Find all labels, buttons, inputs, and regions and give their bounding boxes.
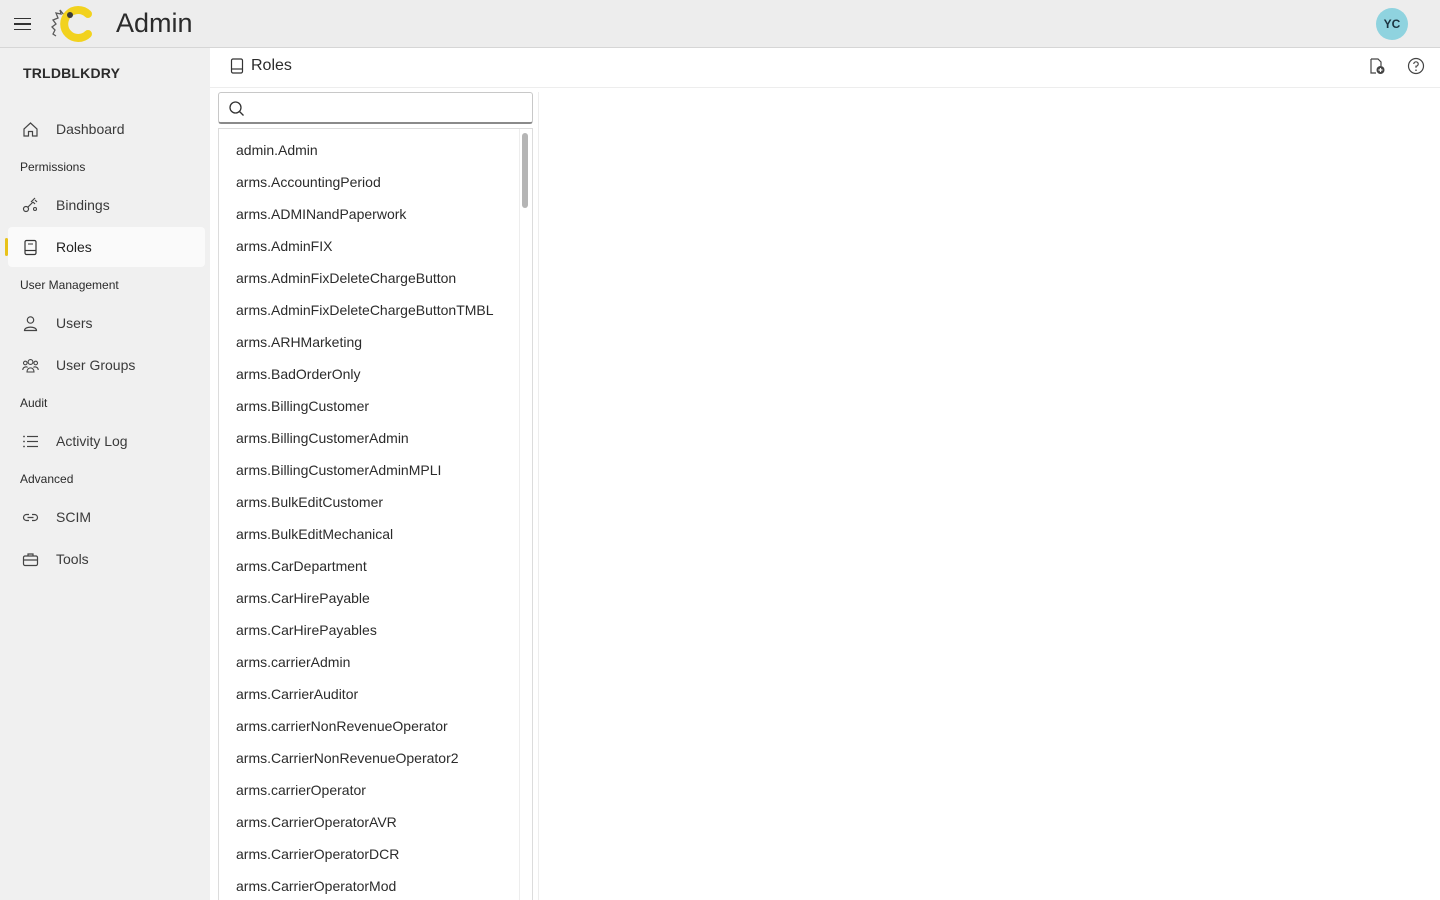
list-icon: [23, 435, 38, 448]
list-item[interactable]: arms.BulkEditMechanical: [219, 518, 519, 550]
sidebar-item-bindings[interactable]: Bindings: [8, 185, 205, 225]
sidebar-item-label: Users: [56, 315, 93, 331]
list-item[interactable]: arms.carrierAdmin: [219, 646, 519, 678]
list-item[interactable]: arms.BadOrderOnly: [219, 358, 519, 390]
sidebar-item-label: Dashboard: [56, 121, 125, 137]
list-item[interactable]: arms.AdminFIX: [219, 230, 519, 262]
search-input[interactable]: [251, 96, 526, 120]
sidebar-item-tools[interactable]: Tools: [8, 539, 205, 579]
sidebar-item-users[interactable]: Users: [8, 303, 205, 343]
list-item[interactable]: arms.ADMINandPaperwork: [219, 198, 519, 230]
list-item[interactable]: arms.CarHirePayable: [219, 582, 519, 614]
hamburger-menu-icon[interactable]: [14, 14, 34, 34]
list-item[interactable]: arms.CarrierAuditor: [219, 678, 519, 710]
list-item[interactable]: admin.Admin: [219, 134, 519, 166]
scrollbar-track[interactable]: [519, 129, 532, 900]
sidebar-item-dashboard[interactable]: Dashboard: [8, 109, 205, 149]
list-item[interactable]: arms.BillingCustomer: [219, 390, 519, 422]
user-groups-icon: [22, 359, 39, 373]
top-bar: Admin YC: [0, 0, 1440, 48]
sidebar-item-activity-log[interactable]: Activity Log: [8, 421, 205, 461]
list-item[interactable]: arms.CarHirePayables: [219, 614, 519, 646]
sidebar-item-roles[interactable]: Roles: [8, 227, 205, 267]
toolbox-icon: [22, 553, 39, 567]
roles-icon: [24, 239, 37, 256]
search-box: [218, 92, 533, 124]
user-avatar[interactable]: YC: [1376, 8, 1408, 40]
section-permissions: Permissions: [20, 160, 86, 174]
list-item[interactable]: arms.AdminFixDeleteChargeButtonTMBL: [219, 294, 519, 326]
scrollbar-thumb[interactable]: [522, 133, 528, 208]
list-item[interactable]: arms.CarrierOperatorAVR: [219, 806, 519, 838]
section-advanced: Advanced: [20, 472, 74, 486]
list-item[interactable]: arms.carrierOperator: [219, 774, 519, 806]
sidebar: TRLDBLKDRY Dashboard Permissions Binding…: [0, 48, 210, 900]
app-title: Admin: [116, 8, 193, 38]
list-item[interactable]: arms.ARHMarketing: [219, 326, 519, 358]
list-item[interactable]: arms.CarrierNonRevenueOperator2: [219, 742, 519, 774]
section-user-management: User Management: [20, 278, 119, 292]
search-icon: [229, 101, 244, 116]
list-item[interactable]: arms.BillingCustomerAdminMPLI: [219, 454, 519, 486]
list-item[interactable]: arms.CarrierOperatorMod: [219, 870, 519, 900]
add-role-icon[interactable]: [1368, 57, 1386, 75]
bindings-icon: [22, 197, 38, 213]
org-name: TRLDBLKDRY: [23, 65, 121, 81]
list-item[interactable]: arms.BulkEditCustomer: [219, 486, 519, 518]
sidebar-item-label: User Groups: [56, 357, 136, 373]
help-icon[interactable]: [1407, 57, 1425, 75]
list-item[interactable]: arms.AdminFixDeleteChargeButton: [219, 262, 519, 294]
sidebar-item-label: Tools: [56, 551, 89, 567]
roles-icon: [230, 58, 244, 74]
section-audit: Audit: [20, 396, 48, 410]
page-header: Roles: [210, 48, 1440, 88]
roles-list[interactable]: arms.CarrierOperatorMod arms.CarrierOpera…: [218, 128, 533, 900]
sidebar-item-user-groups[interactable]: User Groups: [8, 345, 205, 385]
sidebar-item-label: Bindings: [56, 197, 110, 213]
link-icon: [22, 513, 39, 522]
list-item[interactable]: arms.CarDepartment: [219, 550, 519, 582]
sidebar-item-label: SCIM: [56, 509, 91, 525]
page-title: Roles: [251, 57, 292, 74]
sidebar-item-scim[interactable]: SCIM: [8, 497, 205, 537]
sidebar-item-label: Activity Log: [56, 433, 128, 449]
sidebar-item-label: Roles: [56, 239, 92, 255]
home-icon: [23, 122, 38, 137]
app-logo: [50, 6, 96, 42]
list-item[interactable]: arms.CarrierOperatorDCR: [219, 838, 519, 870]
panel-divider: [538, 92, 539, 900]
list-item[interactable]: arms.AccountingPeriod: [219, 166, 519, 198]
list-item[interactable]: arms.BillingCustomerAdmin: [219, 422, 519, 454]
user-icon: [23, 316, 38, 332]
list-item[interactable]: arms.carrierNonRevenueOperator: [219, 710, 519, 742]
